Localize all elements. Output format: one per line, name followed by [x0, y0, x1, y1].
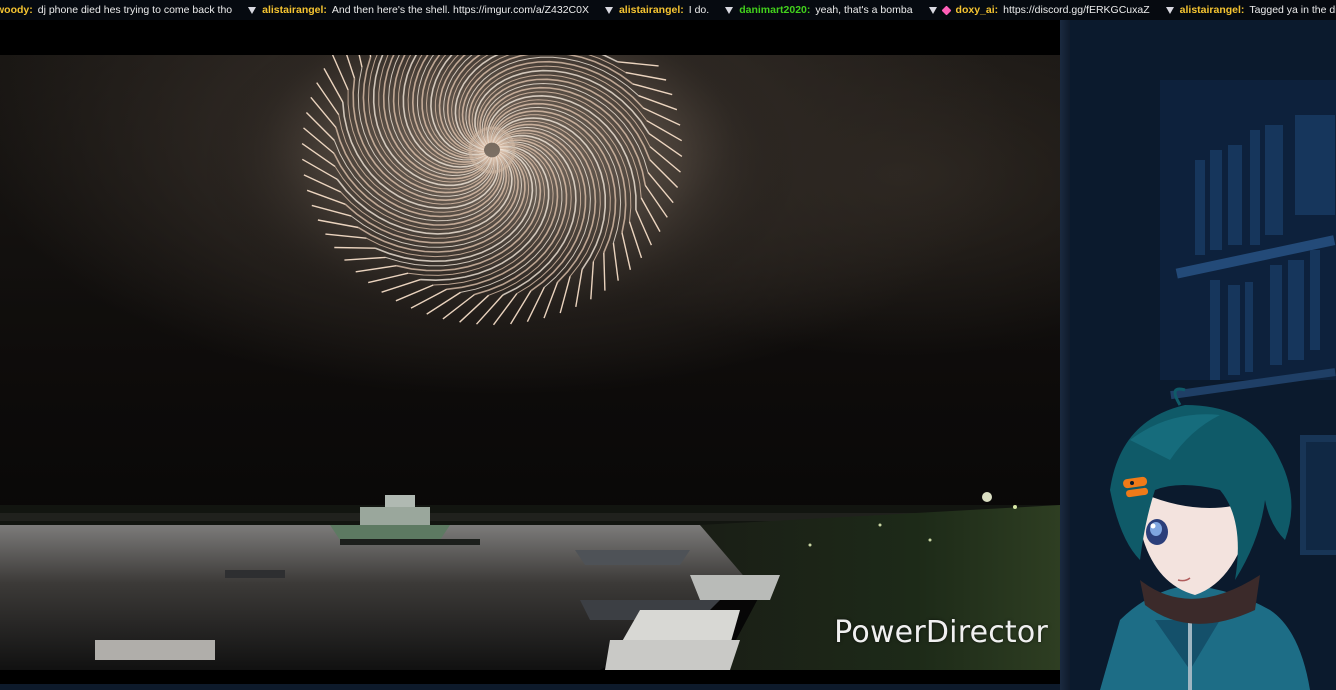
chat-colon: : [29, 4, 33, 16]
gem-icon [941, 5, 951, 15]
vtuber-panel [1060, 20, 1336, 690]
chat-message: alistairangel: Tagged ya in the discord.… [1165, 4, 1336, 16]
chat-text: dj phone died hes trying to come back th… [37, 4, 233, 16]
badge-icon [928, 6, 937, 14]
zipper [1188, 620, 1192, 690]
bottom-strip [0, 684, 1060, 690]
chat-username: alistairangel [262, 4, 324, 16]
chat-username: doxy_ai [955, 4, 995, 16]
chat-text: https://discord.gg/fERKGCuxaZ [1003, 4, 1150, 16]
chat-colon: : [994, 4, 999, 16]
chat-username: alistairangel [1179, 4, 1241, 16]
chat-message: danimart2020: yeah, that's a bomba [725, 4, 913, 16]
chat-username: danimart2020 [739, 4, 807, 16]
video-watermark: PowerDirector [834, 615, 1048, 650]
chat-ticker-track: woody: dj phone died hes trying to come … [0, 0, 1336, 20]
badge-icon [604, 6, 613, 14]
badge-icon [1165, 6, 1174, 14]
spark-tail [334, 246, 376, 249]
badge-icon [725, 6, 734, 14]
chat-ticker: woody: dj phone died hes trying to come … [0, 0, 1336, 20]
panel-divider [1060, 20, 1070, 690]
chat-colon: : [806, 4, 811, 16]
chat-username: woody [0, 4, 30, 16]
vtuber-scene [1070, 20, 1336, 690]
video-frame-image: PowerDirector [0, 55, 1060, 670]
chat-colon: : [1240, 4, 1245, 16]
chat-text: And then here's the shell. https://imgur… [331, 4, 589, 16]
chat-text: I do. [688, 4, 710, 16]
video-player[interactable]: PowerDirector [0, 20, 1060, 690]
chat-message: woody: dj phone died hes trying to come … [0, 4, 232, 16]
chat-text: Tagged ya in the discord. : [1249, 4, 1336, 16]
chat-message: alistairangel: I do. [604, 4, 710, 16]
chat-text: yeah, that's a bomba [815, 4, 913, 16]
chat-username: alistairangel [618, 4, 681, 16]
chat-message: doxy_ai: https://discord.gg/fERKGCuxaZ [928, 4, 1150, 16]
chat-colon: : [323, 4, 327, 16]
fireworks-scene [0, 55, 1060, 670]
chat-colon: : [680, 4, 684, 16]
chat-message: alistairangel: And then here's the shell… [248, 4, 589, 16]
stream-layout: woody: dj phone died hes trying to come … [0, 0, 1336, 690]
frame-inner [1306, 442, 1336, 550]
badge-icon [248, 6, 257, 14]
